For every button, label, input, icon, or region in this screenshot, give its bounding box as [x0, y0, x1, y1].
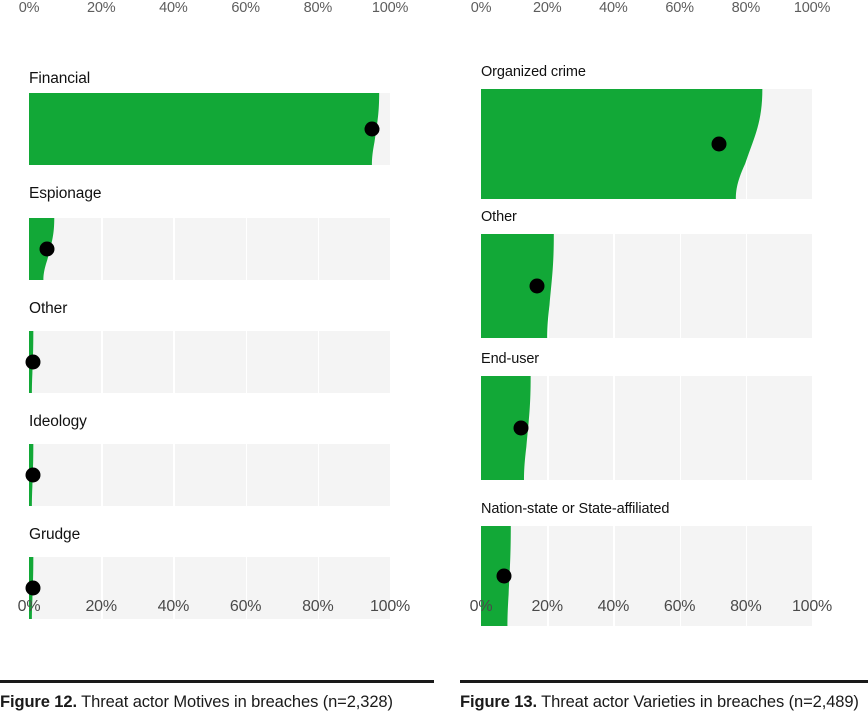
figure-13-title: Threat actor Varieties in breaches (n=2,…	[536, 693, 859, 712]
figure-13-number: Figure 13.	[460, 693, 537, 712]
uncertainty-band-other	[29, 331, 34, 393]
bar-label-end-user: End-user	[481, 351, 540, 367]
bar-label-organized-crime: Organized crime	[481, 64, 586, 80]
bar-track-end-user	[481, 376, 812, 480]
band-shape	[29, 93, 380, 165]
figure-13-top-axis: 0% 20% 40% 60% 80% 100%	[460, 0, 868, 26]
uncertainty-band-end-user	[481, 376, 531, 480]
bar-label-nation-state-or-state-affiliated: Nation-state or State-affiliated	[481, 501, 670, 517]
axis-tick-100pct: 100%	[369, 598, 411, 615]
axis-tick-40pct: 40%	[157, 598, 190, 615]
bar-label-financial: Financial	[29, 70, 91, 87]
figure-12-title: Threat actor Motives in breaches (n=2,32…	[76, 693, 393, 712]
axis-tick-100pct: 100%	[791, 598, 833, 615]
bar-label-ideology: Ideology	[29, 413, 87, 430]
bar-label-other: Other	[29, 300, 68, 317]
uncertainty-band-ideology	[29, 444, 34, 506]
figure-12-caption-rule	[0, 680, 434, 684]
axis-tick-20pct: 20%	[85, 598, 117, 615]
axis-tick-60pct: 60%	[229, 598, 262, 615]
point-estimate-dot-grudge	[25, 580, 41, 596]
point-estimate-dot-organized-crime	[711, 136, 727, 152]
axis-tick-60pct: 60%	[231, 0, 260, 16]
figure-12-top-axis: 0% 20% 40% 60% 80% 100%	[0, 0, 434, 26]
figure-12-bottom-axis: 0% 20% 40% 60% 80% 100%	[0, 598, 434, 624]
figure-12-panel: 0% 20% 40% 60% 80% 100% Financial Espionage Oth…	[0, 0, 434, 722]
axis-tick-80pct: 80%	[303, 0, 333, 16]
axis-tick-80pct: 80%	[731, 0, 761, 16]
figure-13-bottom-axis: 0% 20% 40% 60% 80% 100%	[460, 598, 868, 624]
axis-tick-0pct: 0%	[469, 598, 493, 615]
figure-12-number: Figure 12.	[0, 693, 77, 712]
axis-tick-100pct: 100%	[371, 0, 409, 16]
axis-tick-60pct: 60%	[665, 0, 694, 16]
axis-tick-40pct: 40%	[597, 598, 630, 615]
figure-13-caption-rule	[460, 680, 868, 684]
point-estimate-dot-financial	[364, 121, 380, 137]
point-estimate-dot-end-user	[513, 420, 529, 436]
bar-label-other: Other	[481, 209, 517, 225]
axis-tick-80pct: 80%	[730, 598, 762, 615]
uncertainty-band-financial	[29, 93, 380, 165]
figure-13-chart-body: Organized crime Other End-user Nation-state…	[460, 26, 868, 626]
figure-13-caption: Figure 13. Threat actor Varieties in bre…	[460, 680, 868, 714]
point-estimate-dot-espionage	[39, 241, 55, 257]
uncertainty-band-espionage	[29, 218, 55, 280]
bar-track-ideology	[25, 444, 390, 506]
axis-tick-20pct: 20%	[531, 598, 563, 615]
axis-tick-40pct: 40%	[159, 0, 188, 16]
figure-12-caption-text: Figure 12. Threat actor Motives in breac…	[0, 692, 434, 714]
point-estimate-dot-other	[25, 354, 41, 370]
figure-12-chart-body: Financial Espionage Other Ideology Grudge	[0, 26, 434, 619]
bar-track-financial	[29, 93, 390, 165]
axis-tick-40pct: 40%	[599, 0, 628, 16]
point-estimate-dot-other	[529, 278, 545, 294]
bar-label-grudge: Grudge	[29, 526, 81, 543]
uncertainty-band-organized-crime	[481, 89, 763, 199]
axis-tick-100pct: 100%	[793, 0, 831, 16]
axis-tick-80pct: 80%	[302, 598, 334, 615]
figure-13-caption-text: Figure 13. Threat actor Varieties in bre…	[460, 692, 868, 714]
bar-label-espionage: Espionage	[29, 185, 102, 202]
axis-tick-20pct: 20%	[86, 0, 116, 16]
figure-13-panel: 0% 20% 40% 60% 80% 100% Organized crime Other E…	[460, 0, 868, 722]
bar-track-organized-crime	[481, 89, 812, 199]
axis-tick-0pct: 0%	[18, 0, 40, 16]
point-estimate-dot-nation-state-or-state-affiliated	[496, 568, 512, 584]
axis-tick-0pct: 0%	[470, 0, 492, 16]
axis-tick-0pct: 0%	[17, 598, 41, 615]
axis-tick-60pct: 60%	[663, 598, 696, 615]
bar-track-espionage	[29, 218, 390, 280]
axis-tick-20pct: 20%	[532, 0, 562, 16]
bar-track-other	[481, 234, 812, 338]
figure-12-caption: Figure 12. Threat actor Motives in breac…	[0, 680, 434, 714]
point-estimate-dot-ideology	[25, 467, 41, 483]
bar-track-other	[25, 331, 390, 393]
figures-page: 0% 20% 40% 60% 80% 100% Financial Espionage Oth…	[0, 0, 868, 722]
